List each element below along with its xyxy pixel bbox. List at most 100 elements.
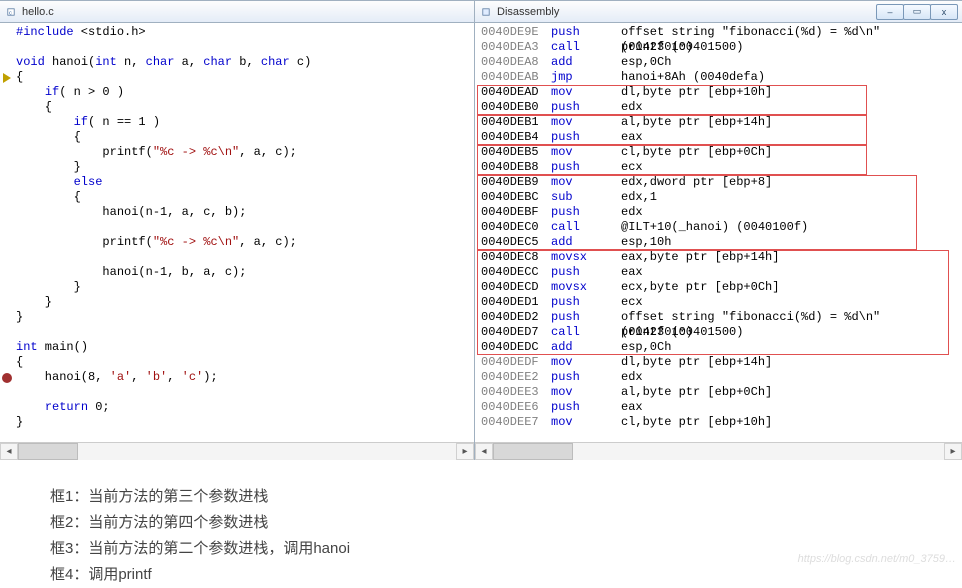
asm-address: 0040DECC <box>481 265 551 280</box>
asm-mnemonic: mov <box>551 145 621 160</box>
asm-row[interactable]: 0040DEB1moval,byte ptr [ebp+14h] <box>481 115 956 130</box>
code-line[interactable]: } <box>16 280 474 295</box>
scroll-track[interactable] <box>493 443 944 460</box>
scroll-right-icon[interactable]: ▸ <box>456 443 474 460</box>
source-code-view[interactable]: #include <stdio.h> void hanoi(int n, char… <box>0 23 474 442</box>
code-line[interactable] <box>16 250 474 265</box>
code-line[interactable] <box>16 40 474 55</box>
code-line[interactable]: { <box>16 130 474 145</box>
asm-mnemonic: push <box>551 205 621 220</box>
scroll-left-icon[interactable]: ◂ <box>0 443 18 460</box>
asm-row[interactable]: 0040DED7callprintf (00401500) <box>481 325 956 340</box>
note-line: 框1：当前方法的第三个参数进栈 <box>50 484 962 510</box>
asm-row[interactable]: 0040DEC8movsxeax,byte ptr [ebp+14h] <box>481 250 956 265</box>
code-line[interactable] <box>16 385 474 400</box>
code-line[interactable]: printf("%c -> %c\n", a, c); <box>16 235 474 250</box>
code-line[interactable]: hanoi(n-1, a, c, b); <box>16 205 474 220</box>
code-line[interactable] <box>16 220 474 235</box>
asm-row[interactable]: 0040DEE2pushedx <box>481 370 956 385</box>
code-line[interactable]: } <box>16 415 474 430</box>
asm-address: 0040DEAB <box>481 70 551 85</box>
code-line[interactable]: return 0; <box>16 400 474 415</box>
code-line[interactable]: int main() <box>16 340 474 355</box>
asm-row[interactable]: 0040DEABjmphanoi+8Ah (0040defa) <box>481 70 956 85</box>
asm-row[interactable]: 0040DEE7movcl,byte ptr [ebp+10h] <box>481 415 956 430</box>
disassembly-pane: Disassembly – ▭ x 0040DE9Epushoffset str… <box>475 1 962 460</box>
scroll-right-icon[interactable]: ▸ <box>944 443 962 460</box>
asm-mnemonic: add <box>551 55 621 70</box>
breakpoint-icon <box>0 370 14 385</box>
code-line[interactable] <box>16 325 474 340</box>
asm-operand: al,byte ptr [ebp+0Ch] <box>621 385 956 400</box>
asm-row[interactable]: 0040DEC0call@ILT+10(_hanoi) (0040100f) <box>481 220 956 235</box>
code-line[interactable]: } <box>16 295 474 310</box>
code-line[interactable]: } <box>16 160 474 175</box>
asm-row[interactable]: 0040DEDCaddesp,0Ch <box>481 340 956 355</box>
scroll-track[interactable] <box>18 443 456 460</box>
asm-operand: eax <box>621 265 956 280</box>
current-line-arrow-icon <box>0 70 14 85</box>
asm-mnemonic: push <box>551 265 621 280</box>
code-line[interactable]: printf("%c -> %c\n", a, c); <box>16 145 474 160</box>
source-hscroll[interactable]: ◂ ▸ <box>0 442 474 460</box>
asm-operand: dl,byte ptr [ebp+14h] <box>621 355 956 370</box>
code-line[interactable]: else <box>16 175 474 190</box>
asm-row[interactable]: 0040DEDFmovdl,byte ptr [ebp+14h] <box>481 355 956 370</box>
asm-row[interactable]: 0040DEB5movcl,byte ptr [ebp+0Ch] <box>481 145 956 160</box>
code-line[interactable]: #include <stdio.h> <box>16 25 474 40</box>
scroll-thumb[interactable] <box>18 443 78 460</box>
code-line[interactable]: void hanoi(int n, char a, char b, char c… <box>16 55 474 70</box>
asm-operand: printf (00401500) <box>621 325 956 340</box>
source-pane: c hello.c #include <stdio.h> void hanoi(i… <box>0 1 475 460</box>
asm-operand: edx <box>621 205 956 220</box>
scroll-thumb[interactable] <box>493 443 573 460</box>
asm-row[interactable]: 0040DEC5addesp,10h <box>481 235 956 250</box>
asm-mnemonic: push <box>551 130 621 145</box>
asm-row[interactable]: 0040DEB0pushedx <box>481 100 956 115</box>
asm-row[interactable]: 0040DEA8addesp,0Ch <box>481 55 956 70</box>
code-line[interactable]: hanoi(n-1, b, a, c); <box>16 265 474 280</box>
code-line[interactable]: { <box>16 100 474 115</box>
code-line[interactable]: { <box>16 70 474 85</box>
annotation-notes: 框1：当前方法的第三个参数进栈框2：当前方法的第四个参数进栈框3：当前方法的第二… <box>0 460 962 588</box>
asm-row[interactable]: 0040DE9Epushoffset string "fibonacci(%d)… <box>481 25 956 40</box>
asm-row[interactable]: 0040DEE6pusheax <box>481 400 956 415</box>
asm-row[interactable]: 0040DEB4pusheax <box>481 130 956 145</box>
source-titlebar[interactable]: c hello.c <box>0 1 474 23</box>
asm-mnemonic: mov <box>551 385 621 400</box>
asm-operand: dl,byte ptr [ebp+10h] <box>621 85 956 100</box>
asm-address: 0040DEE7 <box>481 415 551 430</box>
asm-address: 0040DECD <box>481 280 551 295</box>
code-line[interactable]: { <box>16 190 474 205</box>
asm-row[interactable]: 0040DED2pushoffset string "fibonacci(%d)… <box>481 310 956 325</box>
code-line[interactable]: if( n == 1 ) <box>16 115 474 130</box>
code-line[interactable]: hanoi(8, 'a', 'b', 'c'); <box>16 370 474 385</box>
disasm-hscroll[interactable]: ◂ ▸ <box>475 442 962 460</box>
asm-operand: cl,byte ptr [ebp+10h] <box>621 415 956 430</box>
asm-row[interactable]: 0040DEE3moval,byte ptr [ebp+0Ch] <box>481 385 956 400</box>
scroll-left-icon[interactable]: ◂ <box>475 443 493 460</box>
code-line[interactable]: if( n > 0 ) <box>16 85 474 100</box>
asm-row[interactable]: 0040DEA3callprintf (00401500) <box>481 40 956 55</box>
code-line[interactable]: } <box>16 310 474 325</box>
asm-mnemonic: push <box>551 310 621 325</box>
asm-mnemonic: movsx <box>551 250 621 265</box>
asm-operand: edx,dword ptr [ebp+8] <box>621 175 956 190</box>
asm-operand: eax <box>621 130 956 145</box>
asm-row[interactable]: 0040DECDmovsxecx,byte ptr [ebp+0Ch] <box>481 280 956 295</box>
asm-row[interactable]: 0040DEADmovdl,byte ptr [ebp+10h] <box>481 85 956 100</box>
asm-row[interactable]: 0040DED1pushecx <box>481 295 956 310</box>
asm-row[interactable]: 0040DEB8pushecx <box>481 160 956 175</box>
close-button[interactable]: x <box>930 4 958 20</box>
disassembly-titlebar[interactable]: Disassembly – ▭ x <box>475 1 962 23</box>
asm-row[interactable]: 0040DEB9movedx,dword ptr [ebp+8] <box>481 175 956 190</box>
minimize-button[interactable]: – <box>876 4 904 20</box>
asm-row[interactable]: 0040DEBFpushedx <box>481 205 956 220</box>
asm-row[interactable]: 0040DEBCsubedx,1 <box>481 190 956 205</box>
asm-address: 0040DED1 <box>481 295 551 310</box>
code-line[interactable]: { <box>16 355 474 370</box>
maximize-button[interactable]: ▭ <box>903 4 931 20</box>
asm-operand: ecx <box>621 295 956 310</box>
disassembly-view[interactable]: 0040DE9Epushoffset string "fibonacci(%d)… <box>475 23 962 442</box>
asm-row[interactable]: 0040DECCpusheax <box>481 265 956 280</box>
